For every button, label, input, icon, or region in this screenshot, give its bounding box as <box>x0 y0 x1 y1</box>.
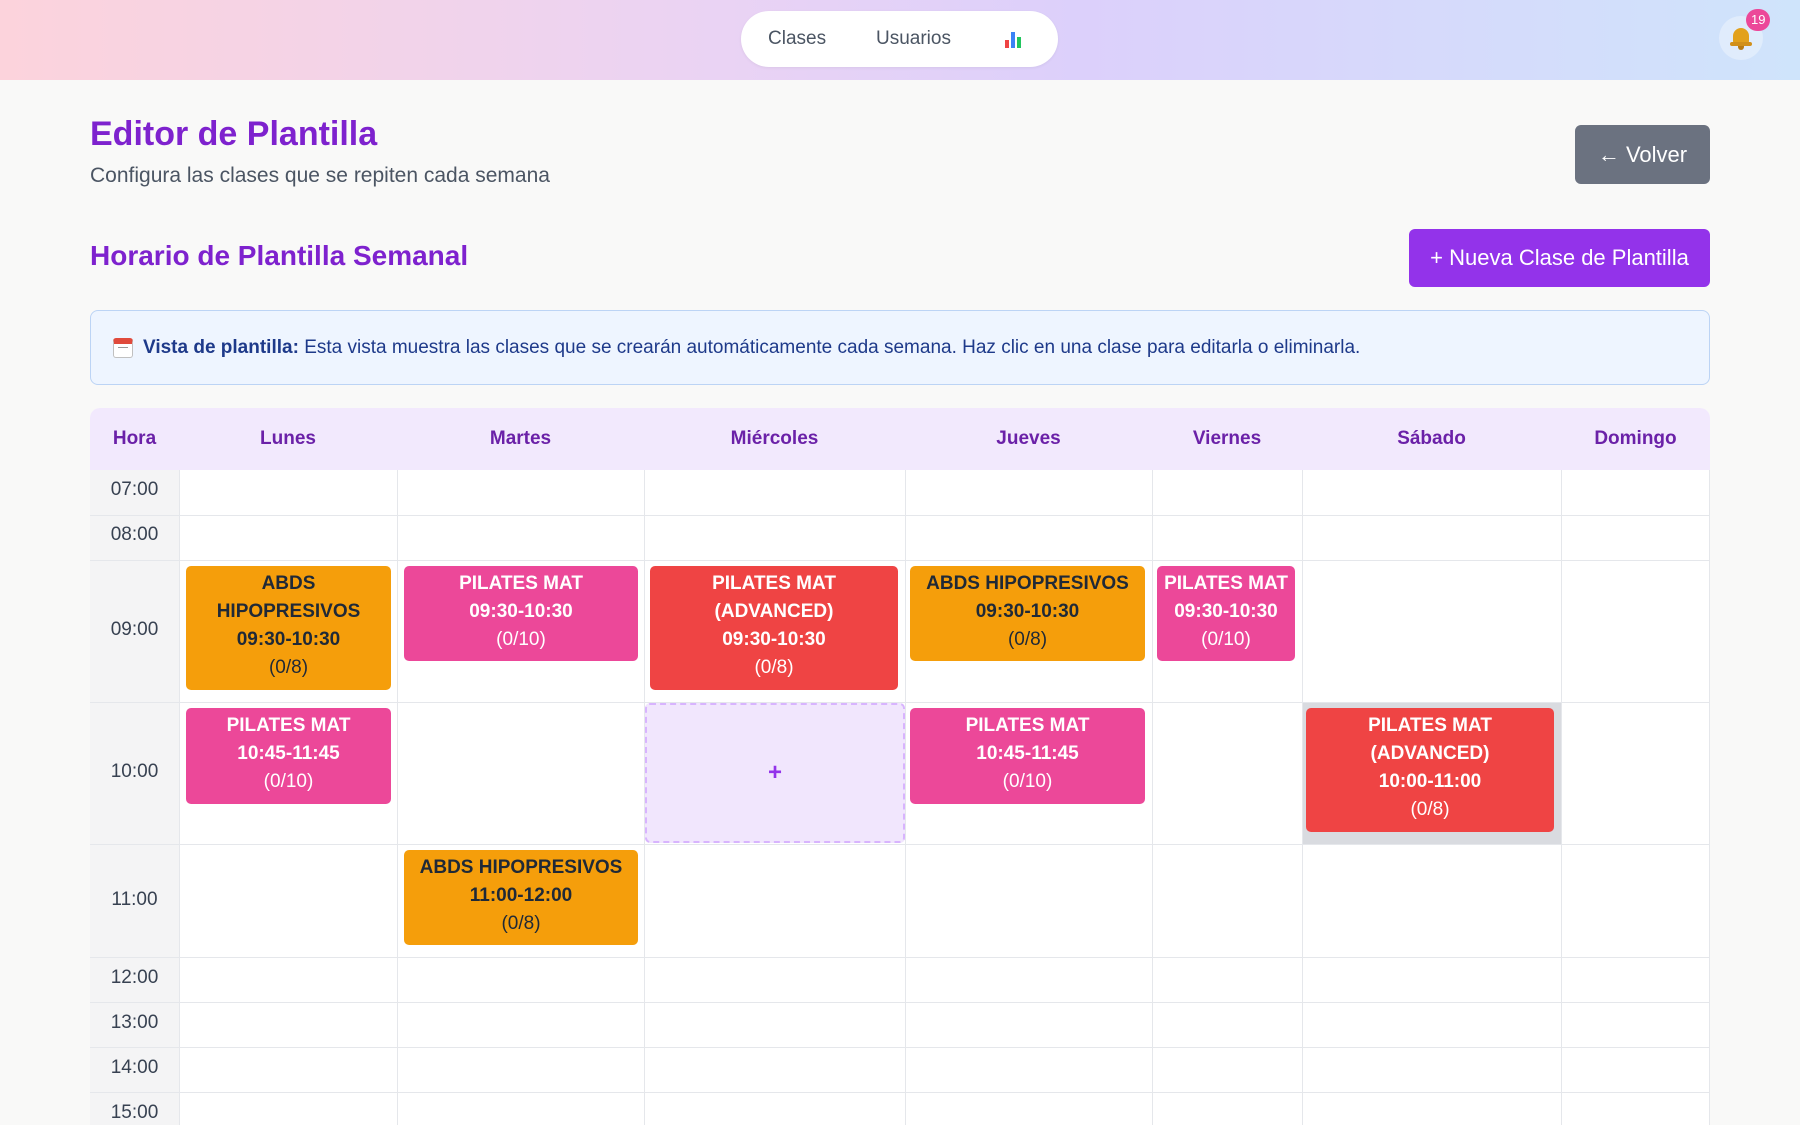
class-name: ABDS HIPOPRESIVOS <box>216 573 361 622</box>
schedule-header: Hora Lunes Martes Miércoles Jueves Viern… <box>90 408 1710 470</box>
back-button[interactable]: ← Volver <box>1575 125 1710 184</box>
class-name: ABDS HIPOPRESIVOS <box>926 573 1129 594</box>
class-capacity: (0/10) <box>496 629 546 650</box>
time-label: 07:00 <box>110 479 159 500</box>
class-capacity: (0/10) <box>1201 629 1251 650</box>
time-label: 15:00 <box>110 1102 159 1123</box>
class-card[interactable]: PILATES MAT 10:45-11:45 (0/10) <box>910 708 1145 804</box>
bar-chart-icon <box>1005 30 1023 48</box>
time-label: 10:00 <box>110 761 159 782</box>
section-title: Horario de Plantilla Semanal <box>90 240 469 271</box>
weekly-schedule-grid: Hora Lunes Martes Miércoles Jueves Viern… <box>90 408 1710 1125</box>
class-name: PILATES MAT <box>1164 573 1288 594</box>
class-name: PILATES MAT <box>459 573 583 594</box>
class-card[interactable]: ABDS HIPOPRESIVOS 09:30-10:30 (0/8) <box>186 566 391 690</box>
class-capacity: (0/8) <box>268 657 309 678</box>
nav-item-usuarios[interactable]: Usuarios <box>876 11 951 67</box>
class-time: 09:30-10:30 <box>722 629 826 650</box>
info-description: Esta vista muestra las clases que se cre… <box>304 337 1361 358</box>
header-day: Miércoles <box>730 428 819 449</box>
class-card[interactable]: PILATES MAT (ADVANCED) 09:30-10:30 (0/8) <box>650 566 898 690</box>
header-hora: Hora <box>112 428 157 449</box>
class-time: 10:00-11:00 <box>1378 771 1482 792</box>
class-time: 09:30-10:30 <box>236 629 341 650</box>
header-day: Lunes <box>260 428 316 449</box>
time-label: 11:00 <box>111 889 158 910</box>
header-day: Sábado <box>1397 428 1466 449</box>
class-capacity: (0/8) <box>754 657 794 678</box>
class-capacity: (0/10) <box>263 771 314 792</box>
page-subtitle: Configura las clases que se repiten cada… <box>90 164 550 187</box>
time-label: 12:00 <box>110 967 159 988</box>
class-capacity: (0/8) <box>501 913 541 934</box>
nav-menu: Clases Usuarios <box>741 11 1058 67</box>
time-label: 14:00 <box>110 1057 159 1078</box>
class-card[interactable]: PILATES MAT (ADVANCED) 10:00-11:00 (0/8) <box>1306 708 1554 832</box>
header-day: Domingo <box>1594 428 1677 449</box>
class-card[interactable]: PILATES MAT 09:30-10:30 (0/10) <box>1157 566 1295 661</box>
class-card[interactable]: ABDS HIPOPRESIVOS 09:30-10:30 (0/8) <box>910 566 1145 661</box>
header-day: Martes <box>489 428 552 449</box>
page-title: Editor de Plantilla <box>90 115 378 153</box>
header-day: Viernes <box>1192 428 1262 449</box>
notification-badge: 19 <box>1746 9 1771 31</box>
new-template-class-button[interactable]: + Nueva Clase de Plantilla <box>1409 229 1710 287</box>
add-class-slot[interactable]: + <box>645 703 905 843</box>
class-time: 10:45-11:45 <box>237 743 340 764</box>
class-time: 09:30-10:30 <box>1174 601 1278 622</box>
class-time: 09:30-10:30 <box>469 601 573 622</box>
class-card[interactable]: PILATES MAT 09:30-10:30 (0/10) <box>404 566 638 661</box>
class-name: PILATES MAT <box>965 715 1090 736</box>
class-card[interactable]: ABDS HIPOPRESIVOS 11:00-12:00 (0/8) <box>404 850 638 945</box>
class-capacity: (0/10) <box>1002 771 1053 792</box>
class-name: PILATES MAT <box>226 715 351 736</box>
class-capacity: (0/8) <box>1410 799 1450 820</box>
class-name: PILATES MAT (ADVANCED) <box>1368 715 1492 764</box>
calendar-icon <box>113 338 133 358</box>
info-text: Vista de plantilla: Esta vista muestra l… <box>143 337 1360 359</box>
time-label: 09:00 <box>110 619 159 640</box>
time-label: 13:00 <box>110 1012 159 1033</box>
class-time: 09:30-10:30 <box>975 601 1080 622</box>
top-navbar: Clases Usuarios 19 <box>0 0 1800 80</box>
class-time: 10:45-11:45 <box>976 743 1079 764</box>
nav-item-clases[interactable]: Clases <box>768 11 826 67</box>
class-card[interactable]: PILATES MAT 10:45-11:45 (0/10) <box>186 708 391 804</box>
header-day: Jueves <box>996 428 1061 449</box>
info-banner: Vista de plantilla: Esta vista muestra l… <box>90 310 1710 385</box>
class-name: PILATES MAT (ADVANCED) <box>712 573 836 622</box>
class-name: ABDS HIPOPRESIVOS <box>419 857 623 878</box>
time-label: 08:00 <box>110 524 159 545</box>
class-time: 11:00-12:00 <box>469 885 573 906</box>
class-capacity: (0/8) <box>1007 629 1048 650</box>
nav-item-stats[interactable] <box>1005 11 1027 67</box>
info-label: Vista de plantilla: <box>143 337 299 358</box>
